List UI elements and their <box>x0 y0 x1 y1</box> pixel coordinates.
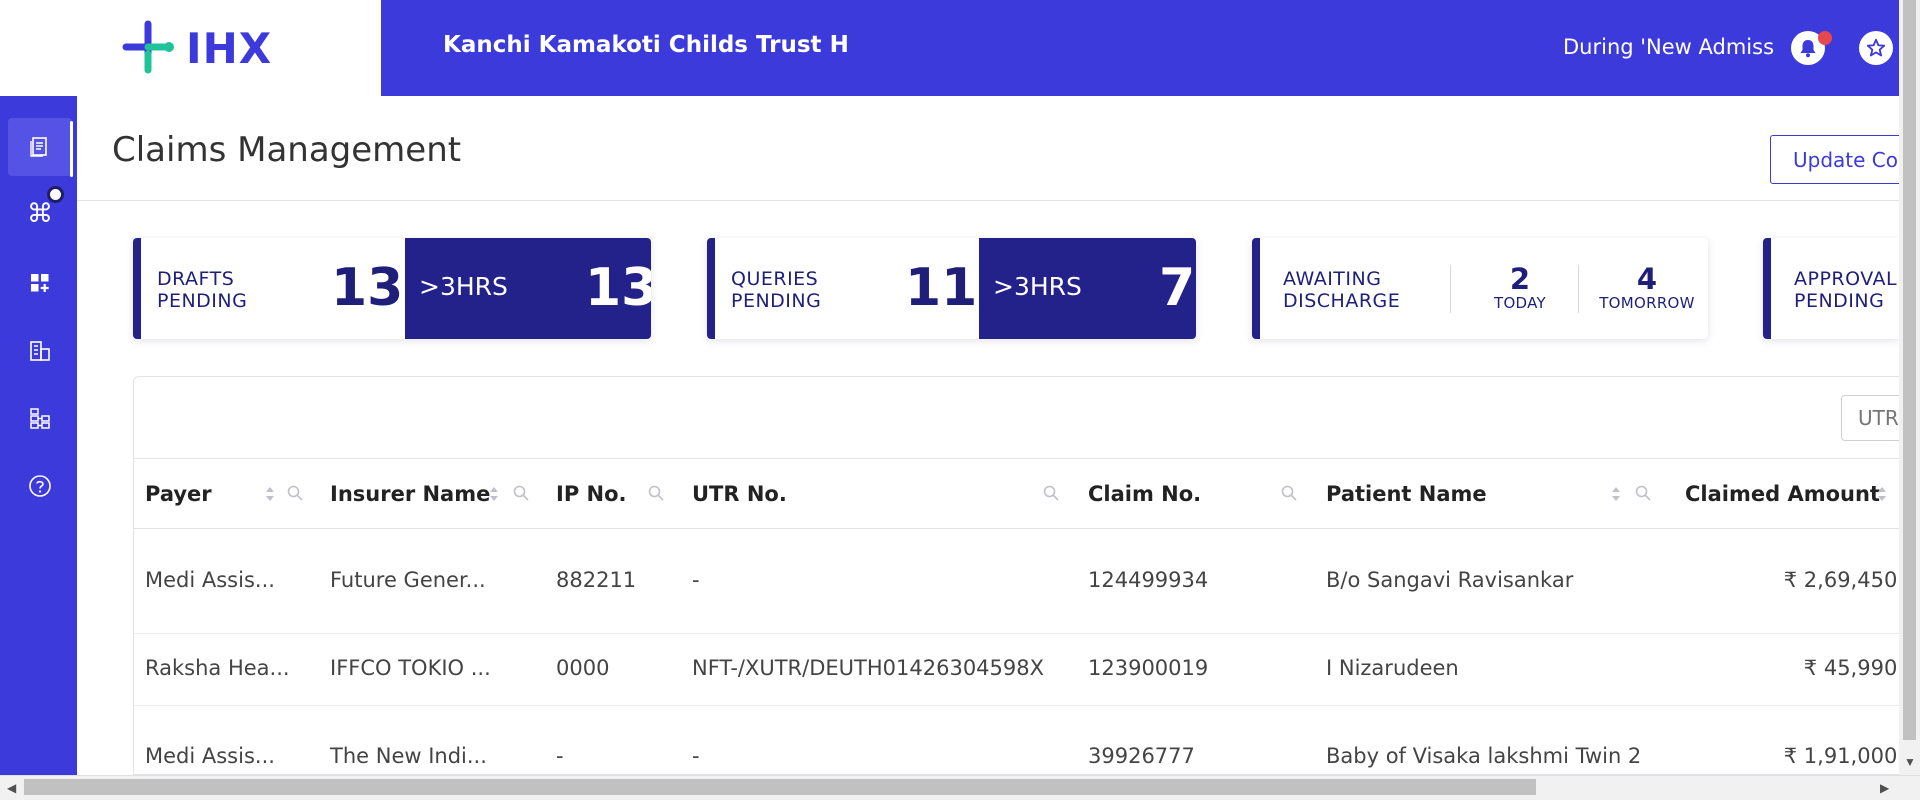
column-header-utr-no[interactable]: UTR No. <box>692 482 787 506</box>
column-header-patient-name[interactable]: Patient Name <box>1326 482 1487 506</box>
discharge-divider <box>1450 265 1451 313</box>
scroll-left-icon[interactable]: ◀ <box>7 781 16 795</box>
favorites-button[interactable] <box>1859 31 1893 65</box>
discharge-today-label: TODAY <box>1493 294 1546 312</box>
drafts-pending-count: 13 <box>331 258 404 318</box>
sort-icon[interactable] <box>1610 483 1622 505</box>
drafts-over-3hrs[interactable]: >3HRS 13 <box>405 238 651 339</box>
star-icon <box>1866 38 1886 57</box>
drafts-pending-card[interactable]: DRAFTS PENDING 13 >3HRS 13 <box>133 238 651 339</box>
bell-icon <box>1800 40 1816 58</box>
drafts-over-label: >3HRS <box>419 272 508 301</box>
ihx-plus-icon <box>122 20 174 74</box>
cell-patient-name: B/o Sangavi Ravisankar <box>1326 568 1574 592</box>
document-icon <box>30 137 47 157</box>
cell-claimed-amount: ₹ 1,91,000. <box>1783 744 1904 768</box>
dashboard-add-icon <box>31 274 49 292</box>
search-icon[interactable] <box>1280 484 1298 502</box>
update-button[interactable]: Update Co <box>1770 135 1910 184</box>
cell-utr-no: - <box>692 568 700 592</box>
column-header-claimed-amount[interactable]: Claimed Amount <box>1685 482 1880 506</box>
sort-icon[interactable] <box>264 483 276 505</box>
table-header: Payer Insurer Name IP No. UTR No. Claim … <box>134 458 1899 529</box>
table-row[interactable]: Raksha Hea... IFFCO TOKIO ... 0000 NFT-/… <box>134 634 1904 706</box>
queries-over-count: 7 <box>1159 258 1196 318</box>
search-icon[interactable] <box>1634 484 1652 502</box>
vertical-scrollbar-thumb[interactable] <box>1903 0 1916 740</box>
cell-payer: Medi Assis... <box>145 568 275 592</box>
queries-over-3hrs[interactable]: >3HRS 7 <box>979 238 1196 339</box>
column-header-insurer[interactable]: Insurer Name <box>330 482 490 506</box>
hospital-name[interactable]: Kanchi Kamakoti Childs Trust H <box>443 32 849 58</box>
cell-utr-no: NFT-/XUTR/DEUTH01426304598X <box>692 656 1045 680</box>
queries-over-label: >3HRS <box>993 272 1082 301</box>
queries-pending-card[interactable]: QUERIES PENDING 11 >3HRS 7 <box>707 238 1196 339</box>
search-icon[interactable] <box>1042 484 1060 502</box>
help-icon <box>29 475 51 497</box>
page-title: Claims Management <box>112 130 462 170</box>
sitemap-icon <box>30 408 50 429</box>
cell-ip-no: 882211 <box>556 568 637 592</box>
page-header: Claims Management Update Co <box>77 96 1910 201</box>
discharge-today-count: 2 <box>1509 262 1531 296</box>
sidebar-item-dashboard[interactable] <box>8 254 72 312</box>
discharge-tomorrow-count: 4 <box>1636 262 1658 296</box>
column-header-ip-no[interactable]: IP No. <box>556 482 627 506</box>
queries-pending-label: QUERIES PENDING <box>731 268 822 312</box>
sidebar-item-command[interactable]: ⌘ <box>8 185 72 243</box>
table-row[interactable]: Medi Assis... The New Indi... - - 399267… <box>134 706 1904 775</box>
building-icon <box>30 341 50 361</box>
cell-payer: Raksha Hea... <box>145 656 290 680</box>
scroll-down-icon[interactable]: ▼ <box>1904 755 1916 769</box>
cell-patient-name: Baby of Visaka lakshmi Twin 2 <box>1326 744 1642 768</box>
notification-badge <box>1818 31 1832 45</box>
cell-patient-name: I Nizarudeen <box>1326 656 1459 680</box>
awaiting-discharge-card[interactable]: AWAITING DISCHARGE 2 TODAY 4 TOMORROW <box>1252 238 1708 339</box>
horizontal-scrollbar-thumb[interactable] <box>24 779 1536 795</box>
cell-claimed-amount: ₹ 45,990. <box>1803 656 1904 680</box>
logo[interactable]: IHX <box>0 0 381 96</box>
cell-claimed-amount: ₹ 2,69,450. <box>1783 568 1904 592</box>
column-header-payer[interactable]: Payer <box>145 482 212 506</box>
search-icon[interactable] <box>647 484 665 502</box>
cell-ip-no: 0000 <box>556 656 610 680</box>
announcement-marquee: During 'New Admiss <box>1563 35 1775 59</box>
cell-ip-no: - <box>556 744 564 768</box>
queries-pending-count: 11 <box>905 258 978 318</box>
drafts-pending-label: DRAFTS PENDING <box>157 268 248 312</box>
approval-pending-card[interactable]: APPROVAL PENDING <box>1763 238 1899 339</box>
approval-pending-label: APPROVAL PENDING <box>1794 268 1898 312</box>
sort-icon[interactable] <box>488 483 500 505</box>
cell-insurer: Future Gener... <box>330 568 486 592</box>
sidebar-item-hierarchy[interactable] <box>8 389 72 447</box>
cell-claim-no[interactable]: 124499934 <box>1088 568 1208 592</box>
sidebar-item-hospital[interactable] <box>8 322 72 380</box>
cell-utr-no: - <box>692 744 700 768</box>
sidebar-active-indicator <box>70 121 73 177</box>
search-icon[interactable] <box>512 484 530 502</box>
column-header-claim-no[interactable]: Claim No. <box>1088 482 1201 506</box>
cell-claim-no[interactable]: 39926777 <box>1088 744 1195 768</box>
logo-text: IHX <box>186 23 273 73</box>
scroll-right-icon[interactable]: ▶ <box>1880 781 1889 795</box>
cell-claim-no[interactable]: 123900019 <box>1088 656 1208 680</box>
table-row[interactable]: Medi Assis... Future Gener... 882211 - 1… <box>134 530 1904 634</box>
command-icon: ⌘ <box>27 199 53 229</box>
sort-icon[interactable] <box>1876 483 1888 505</box>
search-icon[interactable] <box>286 484 304 502</box>
cell-insurer: IFFCO TOKIO ... <box>330 656 491 680</box>
discharge-tomorrow-label: TOMORROW <box>1599 294 1695 312</box>
awaiting-discharge-label: AWAITING DISCHARGE <box>1283 268 1401 312</box>
sidebar-item-claims[interactable] <box>8 118 72 176</box>
drafts-over-count: 13 <box>585 258 651 318</box>
sidebar-item-help[interactable] <box>8 457 72 515</box>
cell-payer: Medi Assis... <box>145 744 275 768</box>
cell-insurer: The New Indi... <box>330 744 487 768</box>
